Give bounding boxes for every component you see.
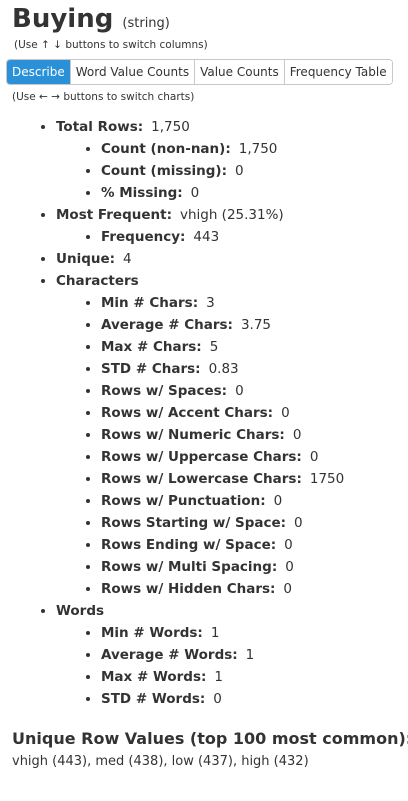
- section-characters: Characters Min # Chars: 3 Average # Chars…: [56, 270, 408, 600]
- column-dtype: (string): [122, 16, 170, 31]
- stat-std-words: STD # Words: 0: [101, 688, 408, 710]
- stat-pct-missing: % Missing: 0: [101, 182, 408, 204]
- stat-label: Most Frequent:: [56, 207, 172, 223]
- stat-frequency: Frequency: 443: [101, 226, 408, 248]
- stat-label: Rows Ending w/ Space:: [101, 537, 277, 553]
- stat-value: 0: [283, 581, 293, 597]
- stat-value: 0: [292, 427, 302, 443]
- stat-rows-hidden-chars: Rows w/ Hidden Chars: 0: [101, 578, 408, 600]
- stat-label: Unique:: [56, 251, 116, 267]
- stat-value: 0.83: [208, 361, 239, 377]
- stat-rows-lowercase: Rows w/ Lowercase Chars: 1750: [101, 468, 408, 490]
- stat-label: Rows w/ Multi Spacing:: [101, 559, 278, 575]
- stat-label: Min # Chars:: [101, 295, 199, 311]
- unique-values-list: vhigh (443), med (438), low (437), high …: [12, 754, 309, 769]
- stat-value: 0: [213, 691, 222, 707]
- stat-label: Rows w/ Punctuation:: [101, 493, 266, 509]
- stat-count-non-nan: Count (non-nan): 1,750: [101, 138, 408, 160]
- stat-label: Rows Starting w/ Space:: [101, 515, 287, 531]
- stat-value: 0: [285, 559, 294, 575]
- stat-value: 443: [193, 229, 220, 245]
- column-switch-hint: (Use ↑ ↓ buttons to switch columns): [14, 39, 208, 51]
- stat-unique: Unique: 4: [56, 248, 408, 270]
- chart-switch-hint: (Use ← → buttons to switch charts): [12, 91, 195, 103]
- stat-value: 1,750: [151, 119, 190, 135]
- stat-rows-punctuation: Rows w/ Punctuation: 0: [101, 490, 408, 512]
- unique-values-title: Unique Row Values (top 100 most common):: [12, 729, 408, 748]
- column-name: Buying: [12, 4, 114, 34]
- stat-rows-multi-spacing: Rows w/ Multi Spacing: 0: [101, 556, 408, 578]
- tab-frequency-table[interactable]: Frequency Table: [283, 60, 392, 84]
- stat-min-chars: Min # Chars: 3: [101, 292, 408, 314]
- stat-max-chars: Max # Chars: 5: [101, 336, 408, 358]
- stat-rows-spaces: Rows w/ Spaces: 0: [101, 380, 408, 402]
- stat-std-chars: STD # Chars: 0.83: [101, 358, 408, 380]
- stat-rows-numeric: Rows w/ Numeric Chars: 0: [101, 424, 408, 446]
- section-label: Characters: [56, 273, 139, 289]
- stat-min-words: Min # Words: 1: [101, 622, 408, 644]
- column-header: Buying (string): [12, 4, 408, 39]
- stat-value: 0: [284, 537, 293, 553]
- stat-rows-uppercase: Rows w/ Uppercase Chars: 0: [101, 446, 408, 468]
- stat-most-frequent: Most Frequent: vhigh (25.31%) Frequency: 4…: [56, 204, 408, 248]
- stat-label: Total Rows:: [56, 119, 144, 135]
- stat-rows-starting-space: Rows Starting w/ Space: 0: [101, 512, 408, 534]
- stat-label: Min # Words:: [101, 625, 203, 641]
- stat-label: Rows w/ Accent Chars:: [101, 405, 274, 421]
- stat-value: 1750: [309, 471, 345, 487]
- stat-max-words: Max # Words: 1: [101, 666, 408, 688]
- stat-label: STD # Chars:: [101, 361, 201, 377]
- tab-describe[interactable]: Describe: [7, 60, 70, 84]
- stat-value: 3.75: [240, 317, 272, 333]
- stat-label: Average # Chars:: [101, 317, 233, 333]
- stat-value: 0: [309, 449, 319, 465]
- stat-value: 0: [294, 515, 303, 531]
- stat-label: Rows w/ Uppercase Chars:: [101, 449, 302, 465]
- stat-value: 0: [273, 493, 283, 509]
- section-words: Words Min # Words: 1 Average # Words: 1 Ma…: [56, 600, 408, 710]
- stat-label: Count (missing):: [101, 163, 227, 179]
- stat-value: 0: [235, 383, 244, 399]
- stat-avg-chars: Average # Chars: 3.75: [101, 314, 408, 336]
- stat-label: Count (non-nan):: [101, 141, 231, 157]
- words-sublist: Min # Words: 1 Average # Words: 1 Max # Wo…: [56, 622, 408, 710]
- stat-rows-ending-space: Rows Ending w/ Space: 0: [101, 534, 408, 556]
- tab-word-value-counts[interactable]: Word Value Counts: [69, 60, 195, 84]
- total-rows-sublist: Count (non-nan):1,750 Count (missing):0 …: [56, 138, 408, 204]
- stat-value: 1: [245, 647, 255, 663]
- stat-value: 0: [190, 185, 200, 201]
- stat-label: Max # Chars:: [101, 339, 202, 355]
- stat-count-missing: Count (missing): 0: [101, 160, 408, 182]
- view-tabs: Describe Word Value Counts Value Counts …: [6, 59, 393, 85]
- most-frequent-sublist: Frequency: 443: [56, 226, 408, 248]
- section-label: Words: [56, 603, 105, 619]
- stat-label: % Missing:: [101, 185, 183, 201]
- stat-value: 0: [281, 405, 290, 421]
- stats-list: Total Rows: 1,750 Count (non-nan): 1,750 C…: [12, 116, 408, 710]
- stat-avg-words: Average # Words: 1: [101, 644, 408, 666]
- stat-value: vhigh (25.31%): [179, 207, 284, 223]
- stat-value: 0: [234, 163, 244, 179]
- stat-label: Frequency:: [101, 229, 186, 245]
- characters-sublist: Min # Chars: 3 Average # Chars: 3.75 Max #…: [56, 292, 408, 600]
- stat-value: 1: [210, 625, 220, 641]
- stat-value: 5: [209, 339, 219, 355]
- stat-label: Rows w/ Spaces:: [101, 383, 228, 399]
- stat-value: 1: [214, 669, 223, 685]
- stat-label: Rows w/ Hidden Chars:: [101, 581, 276, 597]
- stat-value: 4: [123, 251, 132, 267]
- stat-rows-accent: Rows w/ Accent Chars: 0: [101, 402, 408, 424]
- stat-value: 1,750: [238, 141, 278, 157]
- stat-value: 3: [206, 295, 215, 311]
- stat-label: Max # Words:: [101, 669, 207, 685]
- describe-panel: Buying (string) (Use ↑ ↓ buttons to swit…: [0, 4, 408, 771]
- tab-value-counts[interactable]: Value Counts: [194, 60, 284, 84]
- stat-total-rows: Total Rows: 1,750 Count (non-nan): 1,750 C…: [56, 116, 408, 204]
- stat-label: Rows w/ Numeric Chars:: [101, 427, 285, 443]
- stat-label: Average # Words:: [101, 647, 238, 663]
- stat-label: STD # Words:: [101, 691, 206, 707]
- stat-label: Rows w/ Lowercase Chars:: [101, 471, 302, 487]
